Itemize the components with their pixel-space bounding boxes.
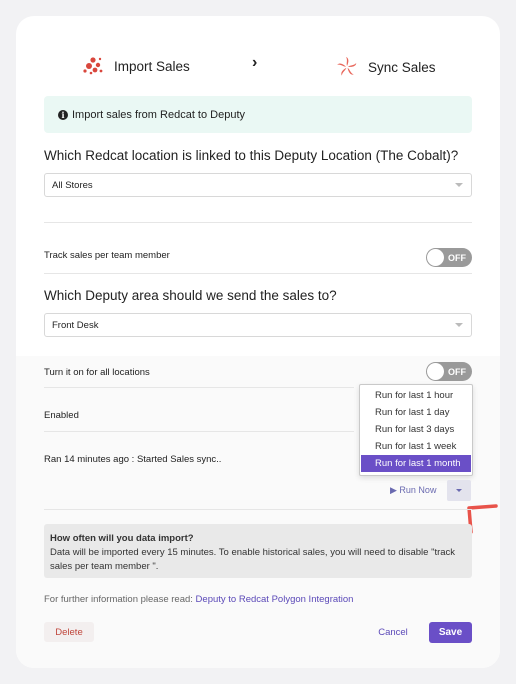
divider [44,509,472,510]
footer-info-prefix: For further information please read: [44,594,193,605]
step-import-sales: Import Sales [82,56,190,76]
caret-down-icon [456,489,462,492]
toggle-state: OFF [448,252,466,263]
toggle-knob [427,249,444,266]
note-body: Data will be imported every 15 minutes. … [50,547,456,572]
location-select[interactable]: All Stores [44,173,472,197]
run-options-list: Run for last 1 hour Run for last 1 day Run… [360,387,472,472]
run-option-item[interactable]: Run for last 1 month [361,455,471,472]
all-locations-label: Turn it on for all locations [44,367,150,378]
area-select-value: Front Desk [52,319,99,331]
track-sales-label: Track sales per team member [44,250,170,261]
info-icon: i [58,109,68,120]
chevron-down-icon [455,323,463,327]
integration-docs-link[interactable]: Deputy to Redcat Polygon Integration [196,594,354,605]
step-sync-label: Sync Sales [368,59,436,75]
banner-text: Import sales from Redcat to Deputy [72,108,246,121]
import-frequency-note: How often will you data import? Data wil… [44,524,472,578]
location-question: Which Redcat location is linked to this … [44,148,459,163]
info-banner: i Import sales from Redcat to Deputy [44,96,472,133]
run-option-item[interactable]: Run for last 1 day [361,404,471,421]
run-option-item[interactable]: Run for last 1 week [361,438,471,455]
area-select[interactable]: Front Desk [44,313,472,337]
step-import-label: Import Sales [114,58,190,74]
area-question: Which Deputy area should we send the sal… [44,288,337,303]
note-title: How often will you data import? [50,533,194,544]
run-now-button[interactable]: ▶ Run Now [390,485,436,496]
save-button[interactable]: Save [429,622,472,643]
divider [44,222,472,223]
track-sales-toggle[interactable]: OFF [426,248,472,267]
delete-button[interactable]: Delete [44,622,94,642]
chevron-right-icon: › [252,54,258,71]
toggle-state: OFF [448,366,466,377]
redcat-dots-icon [83,57,103,75]
run-options-toggle[interactable] [447,480,471,501]
run-options-menu: Run for last 1 hour Run for last 1 day Run… [359,384,473,476]
divider [44,273,472,274]
all-locations-toggle[interactable]: OFF [426,362,472,381]
cancel-button[interactable]: Cancel [372,622,414,642]
run-option-item[interactable]: Run for last 3 days [361,421,471,438]
sync-status-text: Ran 14 minutes ago : Started Sales sync.… [44,454,222,465]
divider [44,431,354,432]
enabled-label: Enabled [44,410,79,421]
step-sync-sales: Sync Sales [336,56,436,78]
integration-card: Import Sales › Sync Sales i Import sales… [16,16,500,668]
toggle-knob [427,363,444,380]
deputy-pinwheel-icon [337,57,357,76]
divider [44,387,354,388]
run-option-item[interactable]: Run for last 1 hour [361,387,471,404]
location-select-value: All Stores [52,179,93,191]
chevron-down-icon [455,183,463,187]
footer-info: For further information please read: Dep… [44,594,353,605]
